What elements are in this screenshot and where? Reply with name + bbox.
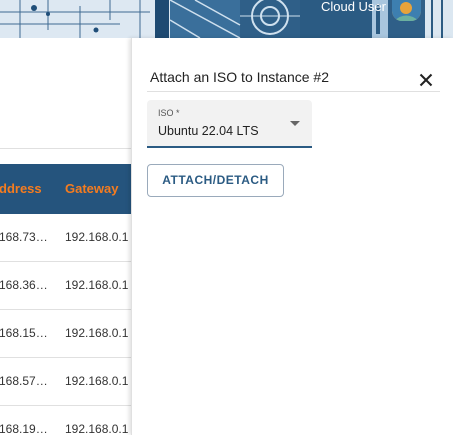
avatar[interactable]	[392, 0, 421, 21]
table-row[interactable]: 168.57… 192.168.0.1	[0, 358, 131, 406]
address-cell: 168.73…	[0, 230, 48, 244]
iso-select-label: ISO *	[158, 108, 180, 118]
title-divider	[147, 91, 440, 92]
close-icon	[419, 73, 433, 87]
address-cell: 168.15…	[0, 326, 48, 340]
gateway-cell: 192.168.0.1	[65, 230, 129, 244]
gateway-cell: 192.168.0.1	[65, 278, 129, 292]
table-row[interactable]: 168.36… 192.168.0.1	[0, 262, 131, 310]
close-button[interactable]	[418, 72, 434, 88]
attach-detach-button[interactable]: ATTACH/DETACH	[147, 164, 284, 197]
address-cell: 168.57…	[0, 374, 48, 388]
iso-select-value: Ubuntu 22.04 LTS	[158, 124, 259, 138]
gateway-cell: 192.168.0.1	[65, 326, 129, 340]
column-header-gateway[interactable]: Gateway	[65, 181, 118, 196]
user-name[interactable]: Cloud User	[321, 0, 386, 14]
address-cell: 168.19…	[0, 422, 48, 435]
gateway-cell: 192.168.0.1	[65, 422, 129, 435]
instances-panel: ddress Gateway 168.73… 192.168.0.1 168.3…	[0, 38, 131, 435]
table-header: ddress Gateway	[0, 164, 131, 214]
iso-select[interactable]: ISO * Ubuntu 22.04 LTS	[147, 100, 312, 148]
divider	[0, 148, 131, 149]
table-row[interactable]: 168.73… 192.168.0.1	[0, 214, 131, 262]
app-root: Cloud User ddress Gateway 168.73… 192.16…	[0, 0, 453, 435]
attach-iso-drawer: Attach an ISO to Instance #2 ISO * Ubunt…	[131, 38, 453, 435]
address-cell: 168.36…	[0, 278, 48, 292]
drawer-title: Attach an ISO to Instance #2	[150, 69, 329, 85]
gateway-cell: 192.168.0.1	[65, 374, 129, 388]
table-row[interactable]: 168.19… 192.168.0.1	[0, 406, 131, 435]
table-row[interactable]: 168.15… 192.168.0.1	[0, 310, 131, 358]
chevron-down-icon	[290, 121, 300, 126]
column-header-address[interactable]: ddress	[0, 181, 42, 196]
top-banner: Cloud User	[0, 0, 453, 38]
